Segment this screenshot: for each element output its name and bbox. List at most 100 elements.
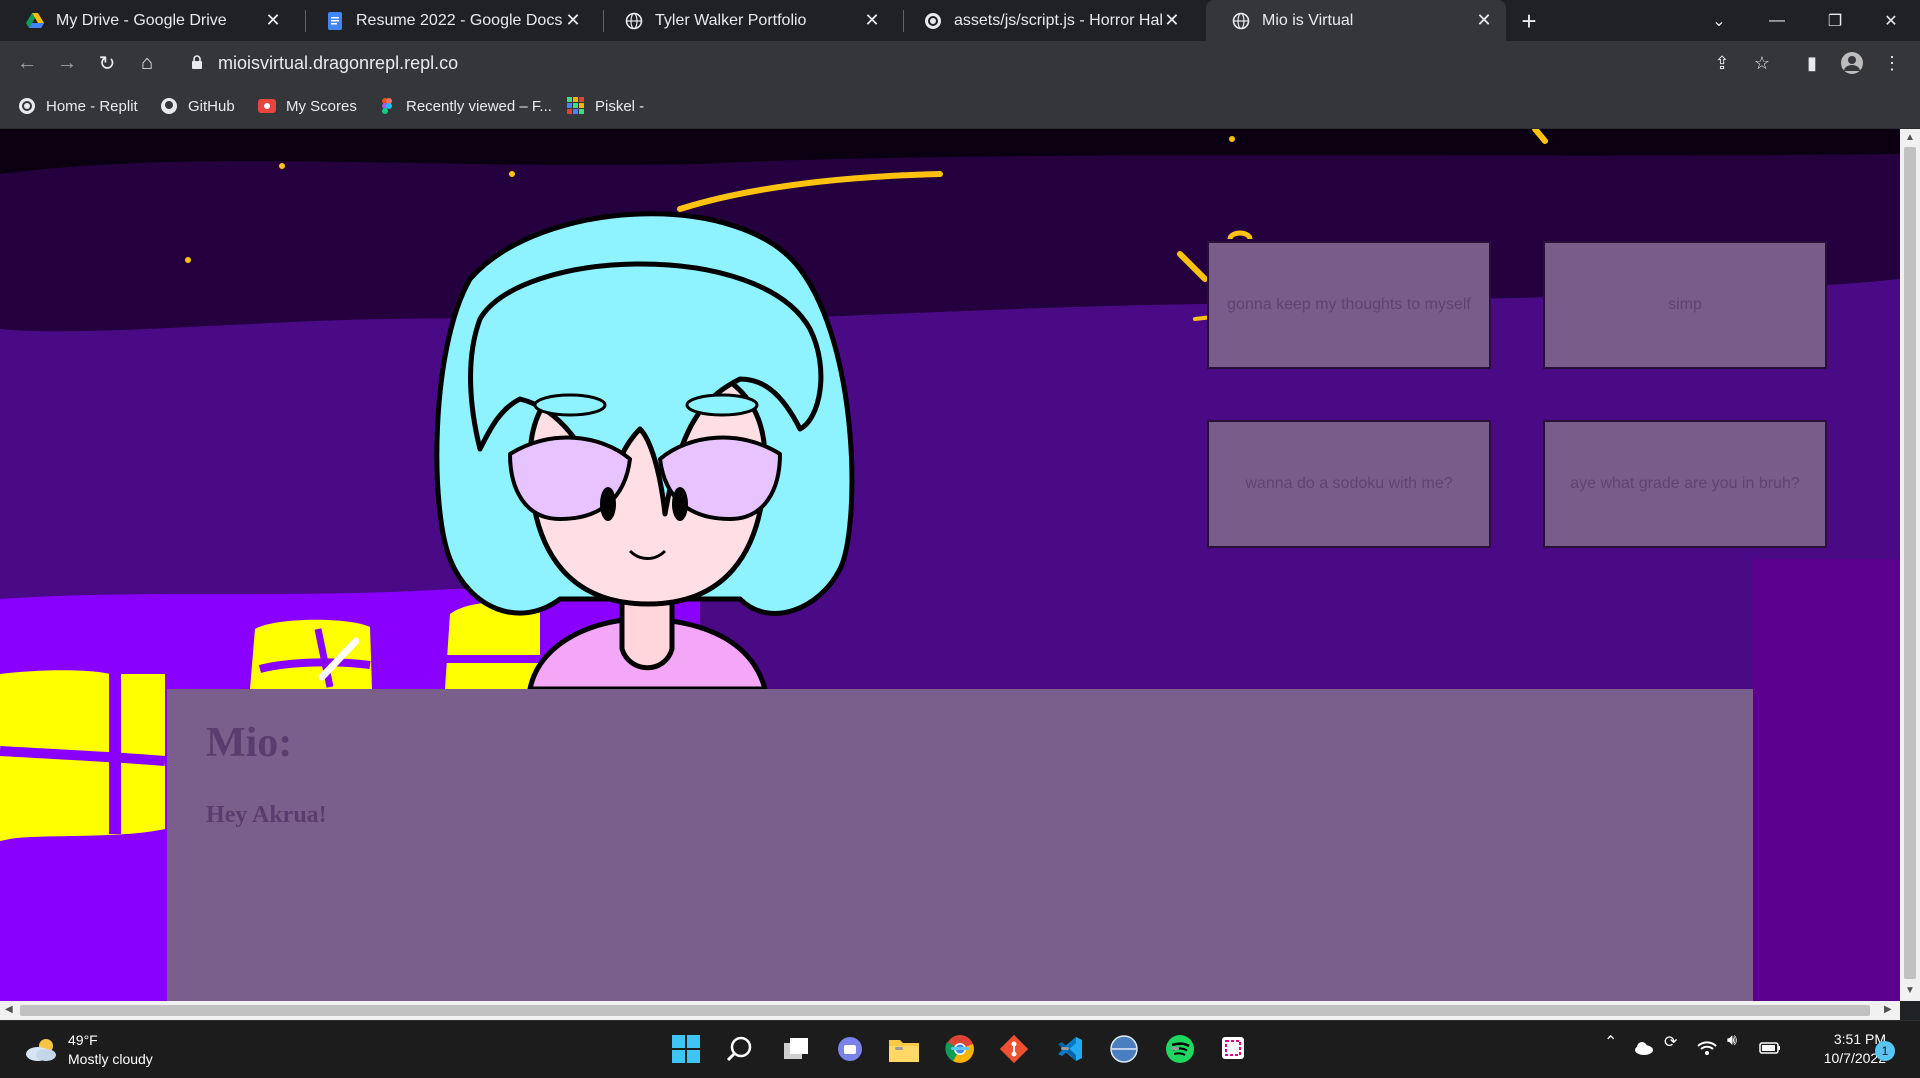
menu-kebab-icon[interactable]: ⋮ — [1877, 48, 1907, 78]
horizontal-scroll-thumb[interactable] — [20, 1005, 1870, 1016]
choice-label: aye what grade are you in bruh? — [1570, 475, 1800, 492]
chevron-up-icon[interactable]: ⌃ — [1604, 1032, 1617, 1052]
choice-button-3[interactable]: wanna do a sodoku with me? — [1207, 420, 1491, 548]
bookmark-home-replit[interactable]: Home - Replit — [18, 94, 138, 118]
onedrive-cloud-icon[interactable] — [1634, 1041, 1654, 1055]
forward-button[interactable]: → — [52, 48, 82, 78]
weather-widget[interactable]: 49°F Mostly cloudy — [24, 1031, 153, 1069]
tab-title: Mio is Virtual — [1262, 11, 1354, 29]
tab-horror-hall[interactable]: assets/js/script.js - Horror Hall - I ✕ — [898, 0, 1193, 41]
git-icon[interactable] — [996, 1031, 1032, 1067]
bookmark-label: My Scores — [286, 97, 357, 115]
clock-time: 3:51 PM — [1833, 1031, 1886, 1047]
dialog-text: Hey Akrua! — [206, 802, 327, 828]
tab-google-drive[interactable]: My Drive - Google Drive ✕ — [0, 0, 295, 41]
tab-title: Resume 2022 - Google Docs — [356, 11, 563, 29]
reload-button[interactable]: ↻ — [92, 48, 122, 78]
vscode-icon[interactable] — [1052, 1031, 1088, 1067]
notification-badge[interactable]: 1 — [1875, 1041, 1895, 1061]
scroll-left-arrow[interactable]: ◀ — [5, 1004, 13, 1015]
volume-icon[interactable]: 🔊︎ — [1727, 1032, 1737, 1050]
share-icon[interactable]: ⇪ — [1707, 48, 1737, 78]
piskel-icon — [567, 97, 584, 114]
weather-description: Mostly cloudy — [68, 1051, 153, 1067]
close-icon[interactable]: ✕ — [1163, 10, 1181, 31]
sync-icon[interactable]: ⟳ — [1664, 1032, 1677, 1052]
profile-avatar[interactable] — [1837, 48, 1867, 78]
lock-icon — [192, 55, 202, 69]
restore-button[interactable]: ❐ — [1806, 0, 1864, 41]
active-app-indicator — [951, 1047, 969, 1050]
address-bar[interactable]: mioisvirtual.dragonrepl.repl.co — [172, 45, 1732, 81]
choice-button-4[interactable]: aye what grade are you in bruh? — [1543, 420, 1827, 548]
google-docs-icon — [328, 11, 342, 30]
globe-icon — [625, 12, 643, 29]
google-drive-icon — [26, 12, 44, 28]
running-app-indicator — [1061, 1047, 1069, 1050]
dialog-box[interactable]: Mio: Hey Akrua! — [167, 689, 1753, 1001]
running-app-indicator — [895, 1047, 903, 1050]
choice-label: gonna keep my thoughts to myself — [1227, 296, 1471, 313]
teams-chat-icon[interactable] — [832, 1031, 868, 1067]
github-icon — [161, 98, 177, 114]
scores-icon — [258, 99, 276, 113]
bookmark-figma[interactable]: Recently viewed – F... — [378, 94, 552, 118]
bookmark-piskel[interactable]: Piskel - — [567, 94, 644, 118]
vertical-scrollbar[interactable]: ▲ ▼ — [1900, 129, 1920, 1001]
scroll-up-arrow[interactable]: ▲ — [1905, 132, 1915, 143]
close-icon[interactable]: ✕ — [563, 10, 583, 31]
speaker-name: Mio: — [206, 720, 293, 766]
close-icon[interactable]: ✕ — [862, 10, 882, 31]
back-button[interactable]: ← — [12, 48, 42, 78]
tab-strip: My Drive - Google Drive ✕ Resume 2022 - … — [0, 0, 1920, 41]
scroll-right-arrow[interactable]: ▶ — [1884, 1004, 1892, 1015]
bookmarks-bar: Home - Replit GitHub My Scores Recently … — [0, 84, 1920, 129]
vertical-scroll-thumb[interactable] — [1904, 147, 1916, 979]
close-icon[interactable]: ✕ — [263, 10, 283, 31]
bookmark-star-icon[interactable]: ☆ — [1747, 48, 1777, 78]
clock-date: 10/7/2022 — [1823, 1050, 1886, 1066]
windows-start-icon[interactable] — [668, 1031, 704, 1067]
horizontal-scrollbar[interactable]: ◀ ▶ — [0, 1001, 1900, 1020]
replit-icon — [19, 98, 35, 114]
globe-icon — [1232, 12, 1250, 29]
browser-toolbar: ← → ↻ ⌂ mioisvirtual.dragonrepl.repl.co … — [0, 41, 1920, 84]
tab-portfolio[interactable]: Tyler Walker Portfolio ✕ — [599, 0, 894, 41]
url-text: mioisvirtual.dragonrepl.repl.co — [218, 53, 459, 73]
task-view-icon[interactable] — [778, 1031, 814, 1067]
bookmark-label: Home - Replit — [46, 97, 138, 115]
home-button[interactable]: ⌂ — [132, 48, 162, 78]
system-clock[interactable]: 3:51 PM 10/7/2022 — [1790, 1030, 1886, 1068]
cloudy-weather-icon — [26, 1039, 56, 1061]
tab-mio-is-virtual[interactable]: Mio is Virtual ✕ — [1206, 0, 1506, 41]
bookmark-my-scores[interactable]: My Scores — [258, 94, 357, 118]
page-viewport: gonna keep my thoughts to myself simp wa… — [0, 129, 1900, 1001]
snipping-tool-icon[interactable] — [1216, 1031, 1252, 1067]
bookmark-github[interactable]: GitHub — [160, 94, 235, 118]
battery-icon[interactable] — [1759, 1041, 1781, 1055]
bookmark-label: Piskel - — [595, 97, 645, 115]
tab-title: My Drive - Google Drive — [56, 11, 227, 29]
choice-label: simp — [1668, 296, 1702, 313]
close-icon[interactable]: ✕ — [1474, 10, 1494, 31]
tab-title: Tyler Walker Portfolio — [655, 11, 807, 29]
globe-app-icon[interactable] — [1106, 1031, 1142, 1067]
running-app-indicator — [1171, 1047, 1179, 1050]
scroll-down-arrow[interactable]: ▼ — [1905, 985, 1915, 996]
weather-temperature: 49°F — [68, 1032, 98, 1048]
file-explorer-icon[interactable] — [886, 1031, 922, 1067]
choice-label: wanna do a sodoku with me? — [1245, 475, 1453, 492]
new-tab-button[interactable]: + — [1514, 6, 1544, 36]
tab-google-docs[interactable]: Resume 2022 - Google Docs ✕ — [300, 0, 595, 41]
choice-button-2[interactable]: simp — [1543, 241, 1827, 369]
wifi-icon[interactable] — [1697, 1040, 1717, 1056]
minimize-button[interactable]: — — [1748, 0, 1806, 41]
choice-button-1[interactable]: gonna keep my thoughts to myself — [1207, 241, 1491, 369]
close-window-button[interactable]: ✕ — [1862, 0, 1920, 41]
search-icon[interactable] — [722, 1031, 758, 1067]
tab-title: assets/js/script.js - Horror Hall - I — [954, 11, 1163, 29]
spotify-icon[interactable] — [1162, 1031, 1198, 1067]
tab-search-button[interactable]: ⌄ — [1690, 0, 1748, 41]
bookmark-label: GitHub — [188, 97, 235, 115]
side-panel-icon[interactable]: ▮ — [1797, 48, 1827, 78]
